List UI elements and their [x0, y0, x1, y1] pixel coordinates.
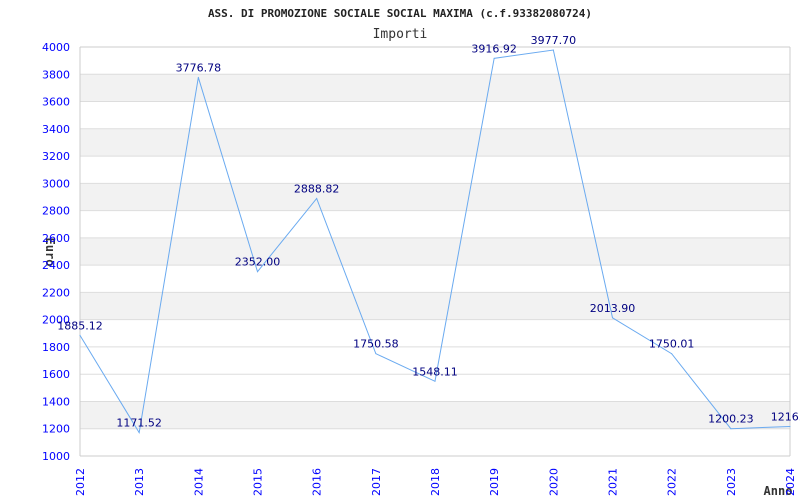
y-tick-label: 1400	[42, 395, 70, 408]
y-tick-label: 1800	[42, 341, 70, 354]
y-tick-label: 1600	[42, 368, 70, 381]
x-tick-label: 2020	[547, 468, 560, 496]
chart-title: ASS. DI PROMOZIONE SOCIALE SOCIAL MAXIMA…	[208, 7, 592, 20]
data-label: 1171.52	[116, 417, 162, 430]
data-label: 3977.70	[531, 34, 577, 47]
x-tick-label: 2013	[133, 468, 146, 496]
y-tick-label: 4000	[42, 41, 70, 54]
y-tick-label: 3800	[42, 68, 70, 81]
data-label: 1750.01	[649, 338, 695, 351]
data-label: 1548.11	[412, 365, 458, 378]
y-tick-label: 3600	[42, 96, 70, 109]
x-tick-label: 2012	[74, 468, 87, 496]
data-point	[671, 353, 673, 355]
chart-subtitle: Importi	[373, 27, 428, 42]
data-point	[79, 334, 81, 336]
data-point	[789, 425, 791, 427]
data-label: 2352.00	[235, 256, 281, 269]
data-point	[612, 317, 613, 319]
y-tick-label: 2400	[42, 259, 70, 272]
x-tick-label: 2021	[607, 468, 620, 496]
grid-band	[80, 292, 790, 320]
y-tick-label: 2200	[42, 286, 70, 299]
data-label: 1750.58	[353, 338, 399, 351]
x-tick-label: 2019	[488, 468, 501, 496]
y-tick-label: 1200	[42, 423, 70, 436]
data-point	[552, 49, 554, 51]
x-tick-label: 2016	[311, 468, 324, 496]
chart: ASS. DI PROMOZIONE SOCIALE SOCIAL MAXIMA…	[0, 0, 800, 500]
data-label: 3776.78	[176, 61, 222, 74]
data-label: 3916.92	[471, 42, 517, 55]
data-label: 1200.23	[708, 413, 754, 426]
data-label: 2013.90	[590, 302, 636, 315]
grid-band	[80, 183, 790, 211]
y-tick-label: 2600	[42, 232, 70, 245]
x-tick-label: 2024	[784, 468, 797, 496]
data-label: 1216.5	[771, 410, 800, 423]
x-tick-label: 2022	[666, 468, 679, 496]
grid-band	[80, 401, 790, 429]
data-point	[316, 197, 318, 199]
data-point	[730, 428, 732, 430]
x-tick-label: 2017	[370, 468, 383, 496]
y-tick-label: 1000	[42, 450, 70, 463]
data-point	[257, 271, 258, 273]
x-tick-label: 2014	[192, 468, 205, 496]
y-tick-label: 2800	[42, 205, 70, 218]
y-tick-label: 3000	[42, 177, 70, 190]
data-point	[493, 57, 495, 59]
x-tick-label: 2018	[429, 468, 442, 496]
data-label: 2888.82	[294, 182, 340, 195]
data-point	[138, 432, 140, 434]
x-tick-label: 2023	[725, 468, 738, 496]
line-chart: ASS. DI PROMOZIONE SOCIALE SOCIAL MAXIMA…	[42, 7, 800, 498]
y-tick-label: 3200	[42, 150, 70, 163]
data-point	[375, 353, 377, 355]
grid-band	[80, 74, 790, 102]
data-point	[434, 380, 436, 382]
grid-band	[80, 128, 790, 157]
x-tick-label: 2015	[252, 468, 265, 496]
data-point	[197, 76, 199, 78]
data-label: 1885.12	[57, 319, 103, 332]
grid-band	[80, 237, 790, 266]
y-tick-label: 3400	[42, 123, 70, 136]
